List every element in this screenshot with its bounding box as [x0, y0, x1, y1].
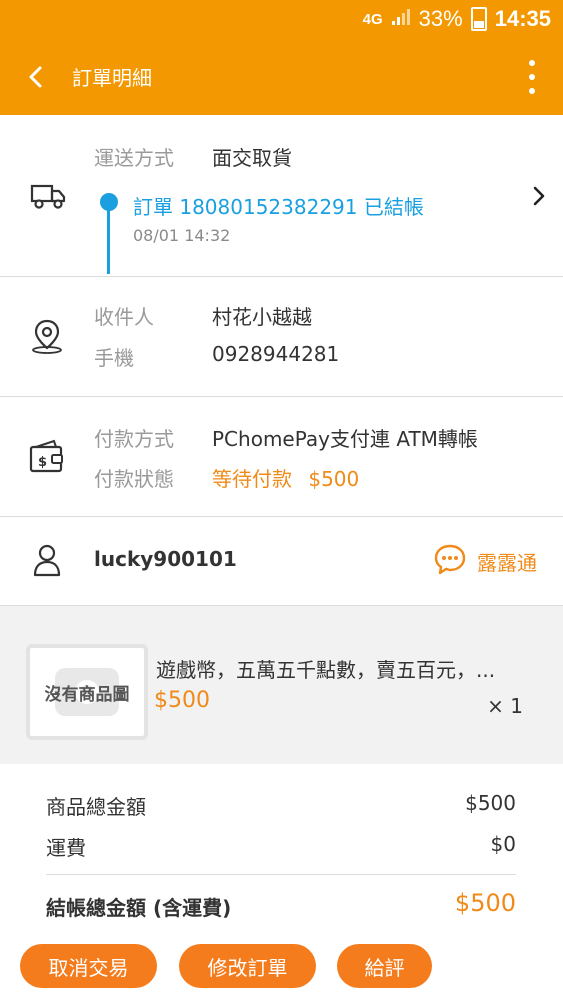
no-image-label: 沒有商品圖: [44, 684, 130, 705]
payment-status-text: 等待付款: [212, 467, 292, 491]
phone-number[interactable]: 0928944281: [212, 342, 339, 366]
payment-status-amount: $500: [308, 467, 360, 491]
subtotal-row: 商品總金額 $500: [46, 791, 516, 820]
review-button[interactable]: 給評: [337, 944, 432, 988]
shipping-fee-value: $0: [490, 832, 516, 856]
battery-percent: 33%: [418, 6, 463, 31]
seller-username[interactable]: lucky900101: [94, 547, 237, 571]
product-quantity: × 1: [487, 694, 523, 718]
divider: [46, 874, 516, 875]
phone-label: 手機: [94, 346, 134, 370]
battery-icon: [470, 7, 487, 31]
product-name: 遊戲幣，五萬五千點數，賣五百元，...: [156, 658, 496, 682]
timeline-line: [107, 202, 110, 274]
shipping-fee-row: 運費 $0: [46, 832, 516, 861]
cancel-transaction-button[interactable]: 取消交易: [20, 944, 157, 988]
order-time: 08/01 14:32: [133, 226, 231, 245]
payment-section: $ 付款方式 PChomePay支付連 ATM轉帳 付款狀態 等待付款 $500: [0, 397, 563, 517]
timeline-dot: [100, 193, 118, 211]
shipping-fee-label: 運費: [46, 836, 86, 860]
product-image-placeholder: 沒有商品圖: [26, 644, 148, 740]
modify-order-button[interactable]: 修改訂單: [179, 944, 316, 988]
page-title: 訂單明細: [72, 66, 152, 90]
wallet-icon: $: [28, 439, 66, 479]
product-price: $500: [154, 688, 210, 713]
order-status: 訂單 18080152382291 已結帳: [133, 195, 424, 219]
subtotal-label: 商品總金額: [46, 795, 146, 819]
total-label: 結帳總金額 (含運費): [46, 896, 232, 920]
shipping-method-value: 面交取貨: [212, 146, 292, 170]
payment-status-label: 付款狀態: [94, 467, 174, 491]
receiver-section: 收件人 村花小越越 手機 0928944281: [0, 277, 563, 397]
total-row: 結帳總金額 (含運費) $500: [46, 889, 516, 921]
payment-method: PChomePay支付連 ATM轉帳: [212, 427, 478, 451]
payment-method-label: 付款方式: [94, 427, 174, 451]
receiver-name: 村花小越越: [212, 305, 312, 329]
location-pin-icon: [28, 317, 66, 359]
app-bar: 訂單明細: [0, 40, 563, 115]
svg-text:$: $: [38, 455, 47, 470]
user-icon: [32, 543, 62, 581]
shipping-method-label: 運送方式: [94, 146, 174, 170]
chat-bubble-icon: [433, 543, 467, 579]
truck-icon: [30, 181, 66, 215]
payment-status: 等待付款 $500: [212, 463, 359, 492]
seller-section: lucky900101 露露通: [0, 517, 563, 606]
more-vertical-icon[interactable]: [525, 60, 539, 94]
chevron-right-icon[interactable]: [531, 184, 547, 214]
status-bar: 4G 33% 14:35: [0, 0, 563, 40]
signal-icon: [391, 6, 411, 32]
total-value: $500: [454, 889, 516, 917]
subtotal-value: $500: [465, 791, 516, 815]
chat-button[interactable]: 露露通: [433, 543, 537, 579]
network-indicator: 4G: [362, 10, 383, 28]
clock: 14:35: [494, 6, 551, 31]
product-item[interactable]: 沒有商品圖 遊戲幣，五萬五千點數，賣五百元，... $500 × 1: [0, 606, 563, 764]
receiver-name-label: 收件人: [94, 305, 154, 329]
chat-label: 露露通: [477, 550, 537, 575]
back-arrow-icon[interactable]: [20, 60, 54, 94]
